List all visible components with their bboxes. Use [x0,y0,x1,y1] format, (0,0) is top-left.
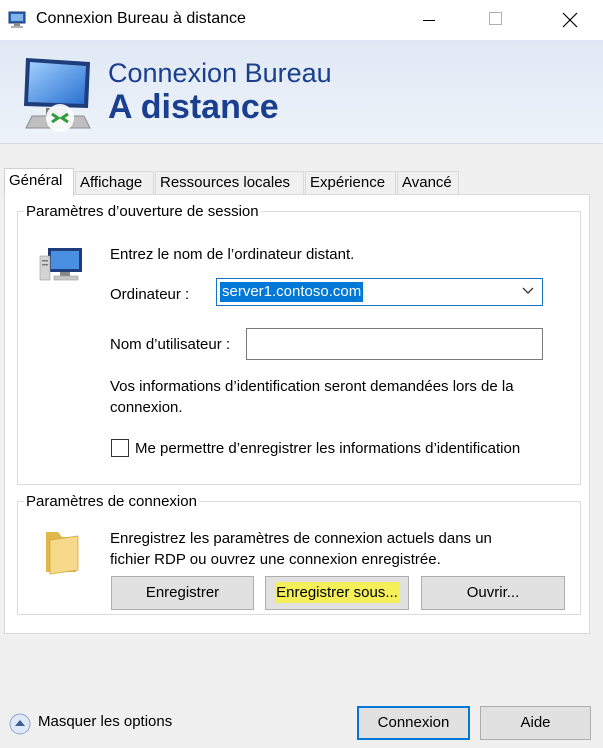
username-label: Nom d’utilisateur : [110,336,231,353]
tab-display[interactable]: Affichage [75,171,154,195]
window-title: Connexion Bureau à distance [36,10,246,27]
save-button[interactable]: Enregistrer [111,576,254,610]
connection-settings-legend: Paramètres de connexion [26,493,197,510]
chevron-down-icon [522,287,534,294]
open-button[interactable]: Ouvrir... [421,576,565,610]
logon-settings-legend: Paramètres d’ouverture de session [26,203,259,220]
connection-settings-group: Paramètres de connexion Enregistrez les … [17,493,581,615]
remember-credentials-checkbox[interactable] [111,439,129,457]
computer-icon [38,246,86,292]
maximize-button[interactable] [474,0,520,40]
tab-panel-general: Paramètres d’ouverture de session Entrez… [4,194,590,634]
remote-desktop-monitor-icon [18,52,98,138]
computer-intro-text: Entrez le nom de l’ordinateur distant. [110,246,355,263]
close-button[interactable] [548,0,594,40]
close-icon [562,12,578,28]
remote-desktop-icon [8,10,28,30]
banner-title-line2: A distance [108,88,279,126]
help-button[interactable]: Aide [480,706,591,740]
save-as-button[interactable]: Enregistrer sous... [265,576,409,610]
computer-label: Ordinateur : [110,286,190,303]
connection-description-text: Enregistrez les paramètres de connexion … [110,530,492,568]
credentials-info-text: Vos informations d’identification seront… [110,378,514,416]
tab-general[interactable]: Général [4,168,74,196]
chevron-up-circle-icon [9,713,31,735]
title-bar: Connexion Bureau à distance [0,0,603,40]
logon-settings-group: Paramètres d’ouverture de session Entrez… [17,203,581,485]
banner-title-line1: Connexion Bureau [108,58,332,88]
hide-options-toggle[interactable] [8,712,32,740]
hide-options-label[interactable]: Masquer les options [38,713,172,730]
computer-combobox[interactable]: server1.contoso.com [216,278,543,306]
save-as-label: Enregistrer sous... [275,582,399,603]
folder-icon [40,528,82,580]
tab-advanced[interactable]: Avancé [397,171,459,195]
username-input[interactable] [246,328,543,360]
computer-value: server1.contoso.com [220,282,364,302]
minimize-button[interactable] [406,0,452,40]
minimize-icon [423,20,435,21]
tab-local-resources[interactable]: Ressources locales [155,171,304,195]
header-banner: Connexion Bureau A distance [0,40,603,144]
maximize-icon [489,12,502,25]
tab-experience[interactable]: Expérience [305,171,396,195]
connect-button[interactable]: Connexion [357,706,470,740]
remember-credentials-label[interactable]: Me permettre d’enregistrer les informati… [135,438,520,459]
